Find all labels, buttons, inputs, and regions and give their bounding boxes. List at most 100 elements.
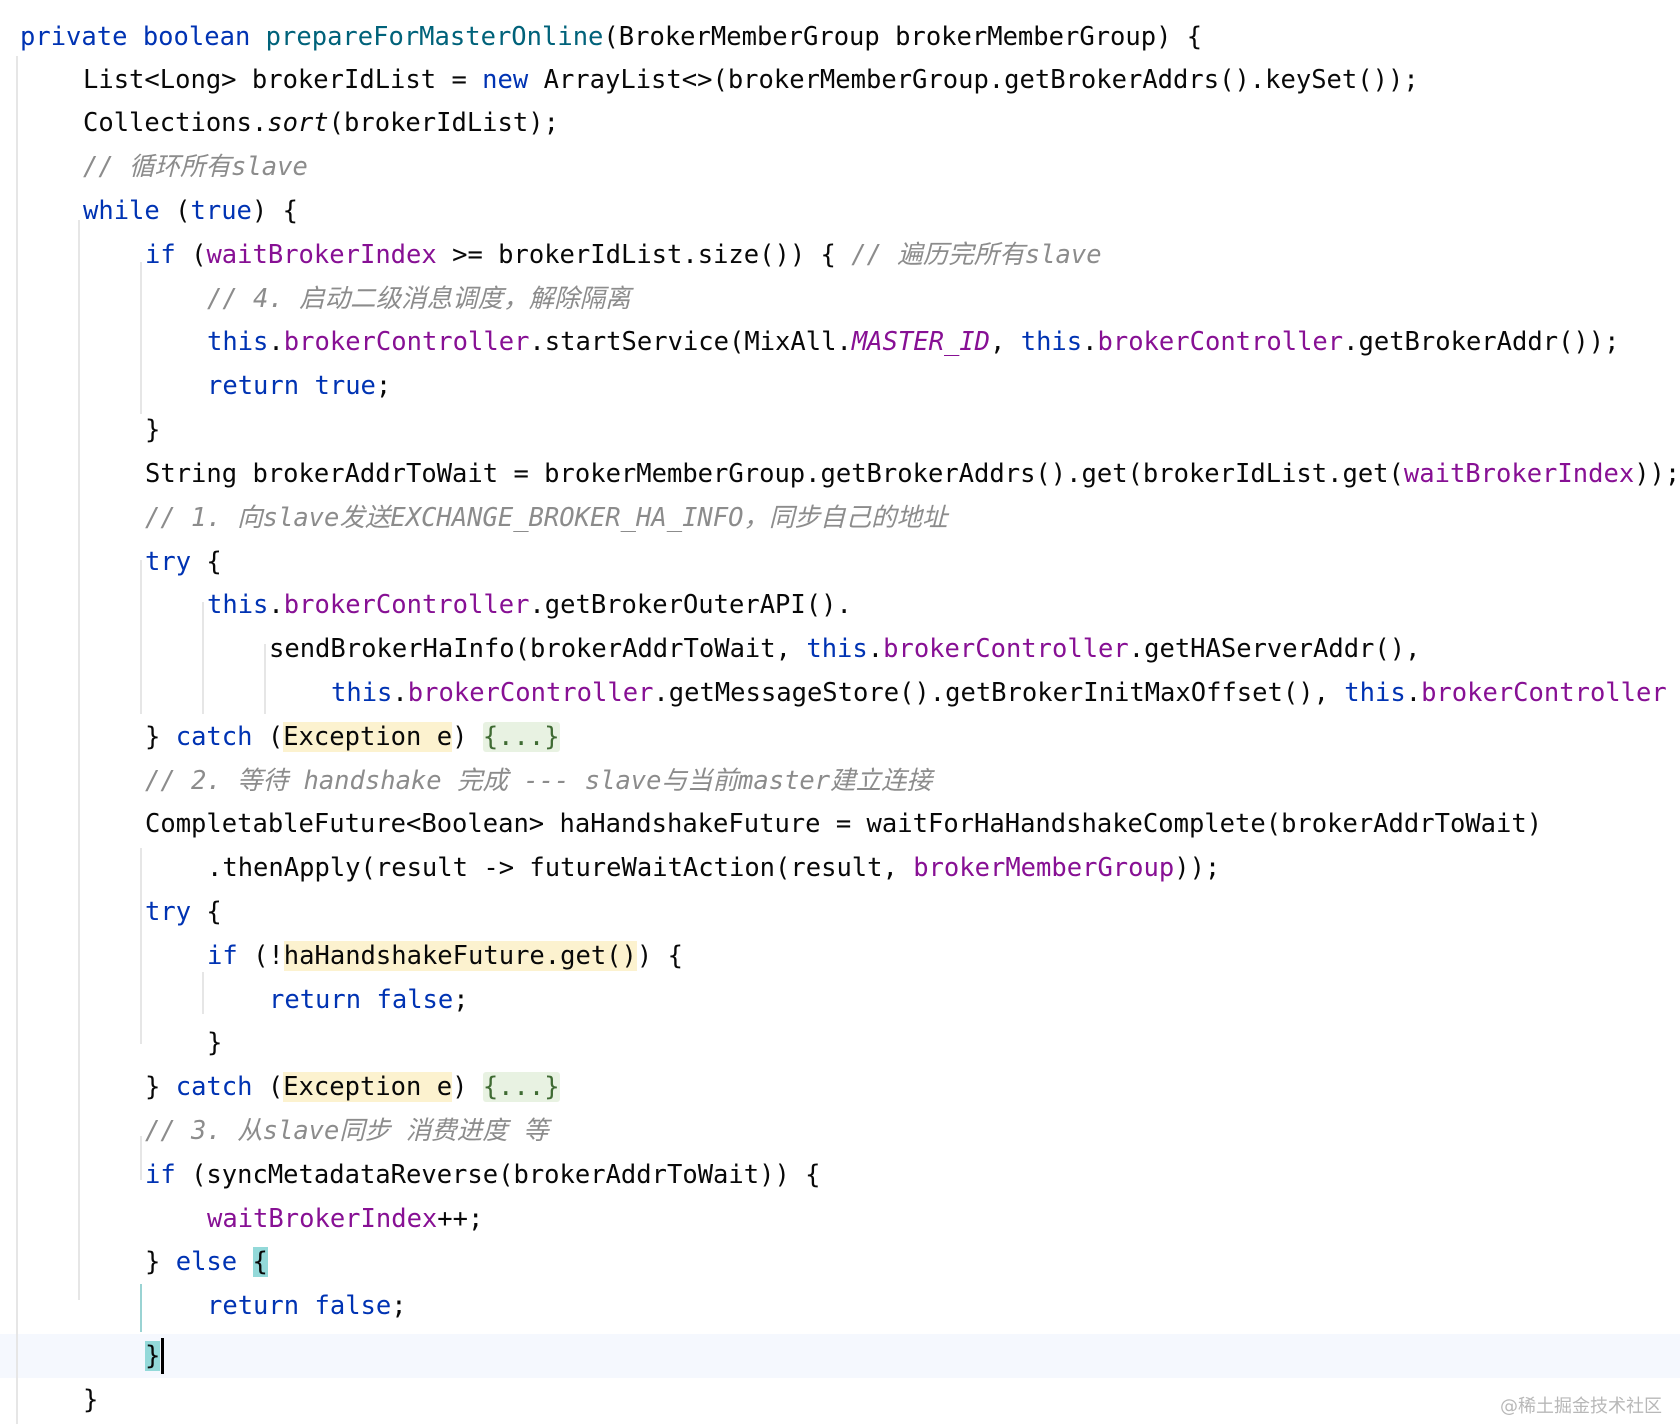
static-constant: MASTER_ID [851,327,990,357]
code-text: ; [375,371,392,401]
keyword: this [207,327,269,357]
code-text: } [145,1247,176,1277]
code-text: .thenApply(result -> futureWaitAction(re… [207,853,914,883]
keyword: false [376,985,454,1015]
code-text: .getBrokerOuterAPI(). [529,590,852,620]
code-line-21[interactable]: try { [0,890,222,934]
keyword: return [269,985,362,1015]
keyword: return [207,371,300,401]
code-line-30[interactable]: return false; [0,1284,407,1328]
field: brokerController [407,678,654,708]
code-text: . [392,678,408,708]
code-line-23[interactable]: return false; [0,978,469,1022]
code-editor[interactable]: private boolean prepareForMasterOnline(B… [0,0,1680,1424]
code-line-31[interactable]: } [0,1334,161,1378]
usage-highlight: Exception e [283,722,453,752]
code-text: } [145,722,176,752]
code-line-16[interactable]: this.brokerController.getMessageStore().… [0,671,1667,715]
keyword: this [331,678,393,708]
keyword: this [207,590,269,620]
keyword: else [175,1247,238,1277]
folded-code-region[interactable]: {...} [482,722,560,752]
comment: // 3. 从slave同步 消费进度 等 [145,1116,549,1146]
code-line-22[interactable]: if (!haHandshakeFuture.get()) { [0,934,683,978]
code-line-6[interactable]: if (waitBrokerIndex >= brokerIdList.size… [0,233,1102,277]
code-text: .startService(MixAll. [529,327,852,357]
code-text: . [268,327,284,357]
code-text: ( [252,722,284,752]
code-text: .getMessageStore().getBrokerInitMaxOffse… [653,678,1345,708]
code-text: , [990,327,1021,357]
code-line-18[interactable]: // 2. 等待 handshake 完成 --- slave与当前master… [0,759,932,803]
keyword: catch [175,1072,253,1102]
watermark: @稀土掘金技术社区 [1500,1396,1662,1417]
keyword: true [314,371,376,401]
code-line-5[interactable]: while (true) { [0,189,298,233]
field: brokerController [283,327,530,357]
comment: // 1. 向slave发送EXCHANGE_BROKER_HA_INFO，同步… [145,503,948,533]
code-text: String brokerAddrToWait = brokerMemberGr… [145,459,1404,489]
code-line-15[interactable]: sendBrokerHaInfo(brokerAddrToWait, this.… [0,627,1420,671]
code-text: ( [175,240,207,270]
code-line-26[interactable]: // 3. 从slave同步 消费进度 等 [0,1109,549,1153]
code-line-9[interactable]: return true; [0,364,391,408]
keyword: try [145,897,192,927]
code-text: . [1405,678,1422,708]
code-line-12[interactable]: // 1. 向slave发送EXCHANGE_BROKER_HA_INFO，同步… [0,496,947,540]
code-text: ; [391,1291,407,1321]
comment: // 循环所有slave [83,152,308,182]
code-text: List<Long> brokerIdList = [83,65,483,95]
code-line-32[interactable]: } [0,1378,98,1422]
field: waitBrokerIndex [207,1204,438,1234]
code-text: ( [159,196,191,226]
code-line-3[interactable]: Collections.sort(brokerIdList); [0,101,559,145]
keyword: try [145,547,192,577]
code-text: (brokerIdList); [328,108,559,138]
code-line-8[interactable]: this.brokerController.startService(MixAl… [0,320,1619,364]
keyword: if [145,240,176,270]
code-line-14[interactable]: this.brokerController.getBrokerOuterAPI(… [0,583,852,627]
code-line-10[interactable]: } [0,408,160,452]
text-caret [161,1338,164,1374]
method-name: prepareForMasterOnline [265,22,604,52]
code-text: . [867,634,884,664]
code-line-25[interactable]: } catch (Exception e) {...} [0,1065,560,1109]
code-line-11[interactable]: String brokerAddrToWait = brokerMemberGr… [0,452,1680,496]
folded-code-region[interactable]: {...} [482,1072,560,1102]
code-line-19[interactable]: CompletableFuture<Boolean> haHandshakeFu… [0,802,1542,846]
code-line-2[interactable]: List<Long> brokerIdList = new ArrayList<… [0,58,1419,102]
code-line-13[interactable]: try { [0,540,222,584]
code-line-7[interactable]: // 4. 启动二级消息调度，解除隔离 [0,277,631,321]
keyword: this [1020,327,1083,357]
keyword: new [482,65,529,95]
code-text: ArrayList<>(brokerMemberGroup.getBrokerA… [528,65,1419,95]
field: brokerController [1097,327,1344,357]
code-line-20[interactable]: .thenApply(result -> futureWaitAction(re… [0,846,1220,890]
code-text: } [145,1072,176,1102]
code-line-1[interactable]: private boolean prepareForMasterOnline(B… [0,15,1202,59]
code-line-4[interactable]: // 循环所有slave [0,145,308,189]
keyword: return [207,1291,300,1321]
code-text: } [83,1385,99,1415]
code-line-24[interactable]: } [0,1021,222,1065]
code-line-17[interactable]: } catch (Exception e) {...} [0,715,560,759]
code-text: . [268,590,284,620]
code-text: { [191,897,222,927]
code-line-29[interactable]: } else { [0,1240,268,1284]
code-text: ; [453,985,469,1015]
code-text: (! [237,941,284,971]
code-text: . [1082,327,1098,357]
static-method: sort [267,108,329,138]
code-text: )); [1174,853,1221,883]
code-text: .getBrokerAddr()); [1343,327,1620,357]
keyword: this [1344,678,1406,708]
code-text: >= brokerIdList.size()) { [436,240,852,270]
keyword: private [20,22,128,52]
code-line-28[interactable]: waitBrokerIndex++; [0,1197,483,1241]
code-text: } [207,1028,223,1058]
code-line-27[interactable]: if (syncMetadataReverse(brokerAddrToWait… [0,1153,821,1197]
